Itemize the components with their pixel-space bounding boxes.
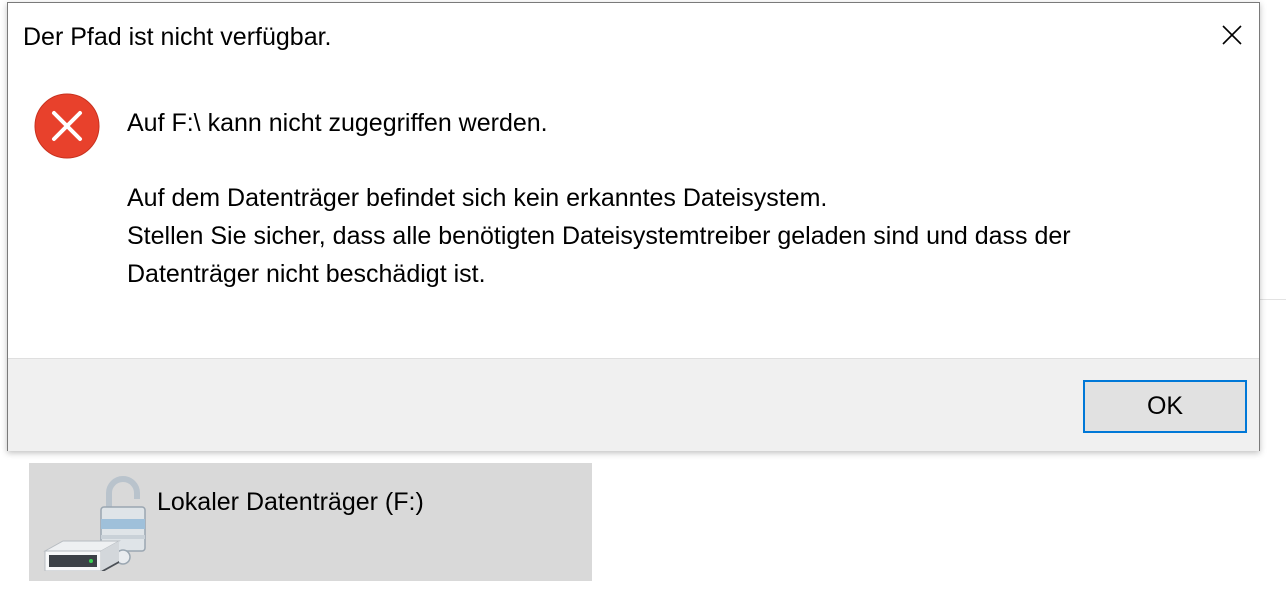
dialog-title: Der Pfad ist nicht verfügbar. (23, 23, 332, 51)
drive-item-f[interactable]: Lokaler Datenträger (F:) (29, 463, 592, 581)
error-icon (34, 93, 100, 159)
dialog-footer: OK (8, 358, 1259, 451)
error-message: Auf dem Datenträger befindet sich kein e… (127, 179, 1071, 293)
ok-button[interactable]: OK (1083, 380, 1247, 433)
background-divider (1258, 299, 1286, 300)
drive-label: Lokaler Datenträger (F:) (157, 488, 424, 516)
message-line: Auf dem Datenträger befindet sich kein e… (127, 184, 828, 212)
message-line: Stellen Sie sicher, dass alle benötigten… (127, 222, 1071, 250)
error-dialog: Der Pfad ist nicht verfügbar. Auf F:\ ka… (7, 2, 1260, 451)
close-icon (1222, 25, 1242, 45)
close-button[interactable] (1203, 3, 1259, 67)
error-heading: Auf F:\ kann nicht zugegriffen werden. (127, 109, 548, 137)
message-line: Datenträger nicht beschädigt ist. (127, 260, 486, 288)
locked-drive-icon (43, 471, 153, 573)
